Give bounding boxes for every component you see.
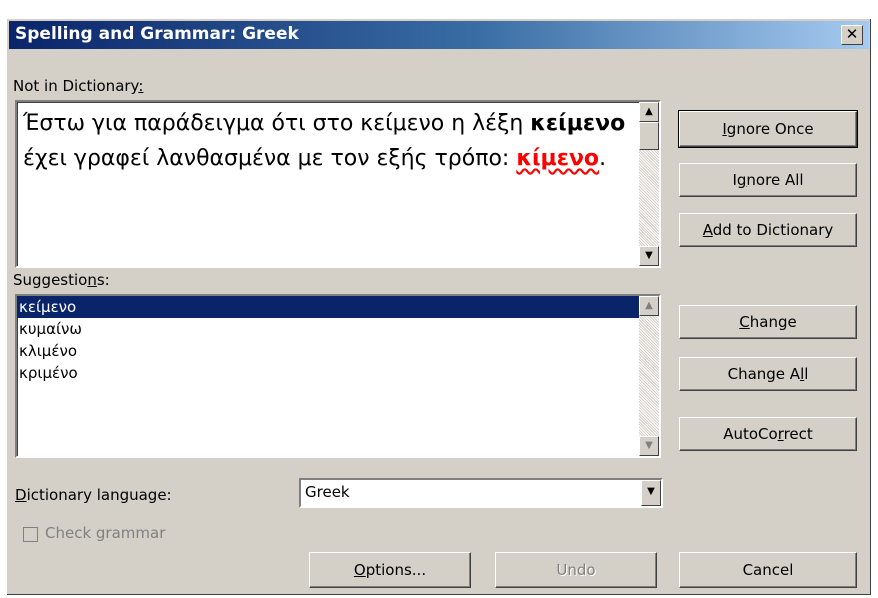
close-icon[interactable]: ✕ [841, 25, 863, 45]
suggestion-item[interactable]: κλιμένο [17, 340, 639, 362]
ignore-all-label: nore All [746, 171, 804, 189]
suggestions-label-post: s: [96, 271, 110, 289]
scroll-up-icon[interactable]: ▲ [639, 102, 659, 122]
not-in-dictionary-label: Not in Dictionary: [13, 77, 143, 95]
change-all-label-pre: Change A [727, 365, 801, 383]
suggestions-label-pre: Suggestio [13, 271, 88, 289]
keyword-correct: κείμενο [530, 111, 626, 136]
cancel-button[interactable]: Cancel [679, 552, 857, 588]
change-accel: C [739, 313, 750, 331]
suggestions-scrollbar[interactable]: ▲ ▼ [639, 296, 659, 456]
suggestion-item[interactable]: κείμενο [17, 296, 639, 318]
sentence-part-2: έχει γραφεί λανθασμένα με τον εξής τρόπο… [23, 146, 517, 171]
scroll-down-icon[interactable]: ▼ [639, 246, 659, 266]
change-label: hange [749, 313, 797, 331]
ignore-all-accel: g [736, 171, 747, 189]
scroll-down-icon[interactable]: ▼ [639, 436, 659, 456]
not-in-dictionary-label-accel: : [138, 77, 144, 95]
dictionary-language-select[interactable]: Greek ▼ [299, 478, 663, 508]
chevron-down-icon[interactable]: ▼ [641, 480, 661, 506]
check-grammar-checkbox[interactable] [23, 527, 38, 542]
scroll-thumb[interactable] [639, 122, 659, 150]
change-button[interactable]: Change [679, 305, 857, 339]
autocorrect-button[interactable]: AutoCorrect [679, 417, 857, 451]
not-in-dictionary-content[interactable]: Έστω για παράδειγμα ότι στο κείμενο η λέ… [23, 106, 633, 176]
add-to-dictionary-button[interactable]: Add to Dictionary [679, 213, 857, 247]
undo-button[interactable]: Undo [495, 552, 657, 588]
scroll-up-icon[interactable]: ▲ [639, 296, 659, 316]
add-to-dictionary-accel: A [702, 221, 713, 239]
dictionary-language-value: Greek [305, 483, 350, 501]
dictionary-language-accel: D [15, 486, 27, 504]
ignore-once-button[interactable]: Ignore Once [678, 110, 858, 148]
options-button[interactable]: Options... [309, 552, 471, 588]
dictionary-language-label: Dictionary language: [15, 486, 172, 504]
suggestions-list: κείμενο κυμαίνω κλιμένο κριμένο [17, 296, 639, 384]
title-bar: Spelling and Grammar: Greek ✕ [9, 21, 869, 49]
sentence-part-1: Έστω για παράδειγμα ότι στο κείμενο η λέ… [23, 111, 531, 136]
dialog-title: Spelling and Grammar: Greek [15, 24, 299, 44]
autocorrect-label: rect [783, 425, 813, 443]
ignore-once-label: gnore Once [726, 120, 814, 138]
suggestion-item[interactable]: κυμαίνω [17, 318, 639, 340]
suggestions-label-accel: n [87, 271, 97, 289]
not-in-dictionary-textbox[interactable]: Έστω για παράδειγμα ότι στο κείμενο η λέ… [15, 100, 661, 268]
suggestions-label: Suggestions: [13, 271, 110, 289]
autocorrect-label-pre: AutoCo [723, 425, 778, 443]
sentence-end: . [599, 146, 607, 171]
misspelled-word[interactable]: κίμενο [516, 146, 599, 171]
check-grammar-label: Check grammar [45, 524, 166, 542]
dictionary-language-text: ictionary language: [26, 486, 172, 504]
change-all-label: l [804, 365, 809, 383]
suggestion-item[interactable]: κριμένο [17, 362, 639, 384]
ignore-all-button[interactable]: Ignore All [679, 163, 857, 197]
suggestions-listbox[interactable]: κείμενο κυμαίνω κλιμένο κριμένο ▲ ▼ [15, 294, 661, 458]
spelling-grammar-dialog: Spelling and Grammar: Greek ✕ Not in Dic… [6, 18, 872, 596]
options-label: ptions... [365, 561, 427, 579]
add-to-dictionary-label: dd to Dictionary [712, 221, 834, 239]
options-accel: O [353, 561, 366, 579]
change-all-button[interactable]: Change All [679, 357, 857, 391]
not-in-dictionary-scrollbar[interactable]: ▲ ▼ [639, 102, 659, 266]
not-in-dictionary-label-text: Not in Dictionary [13, 77, 139, 95]
